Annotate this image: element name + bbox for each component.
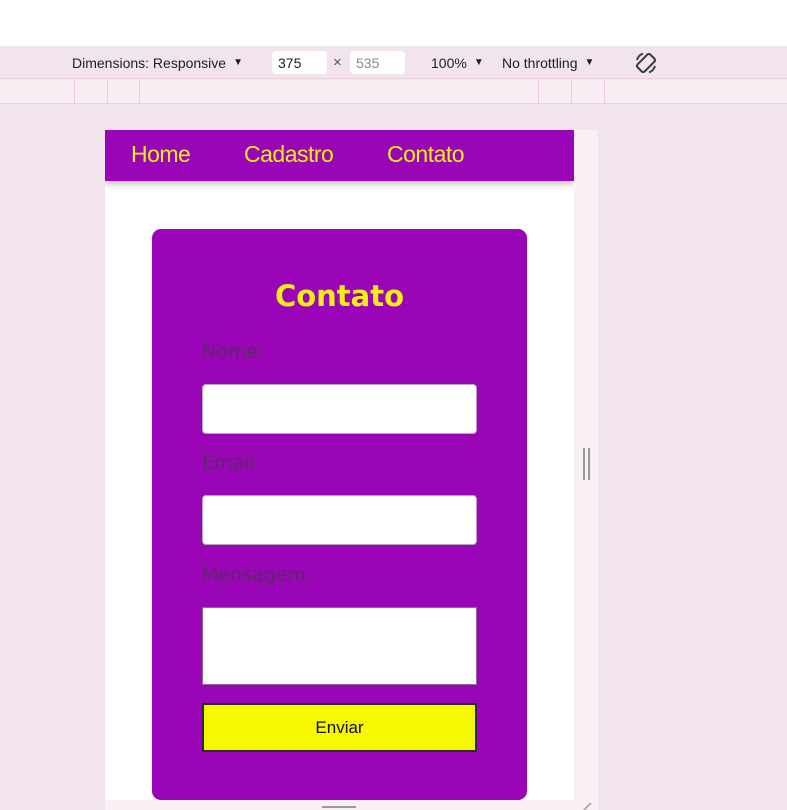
name-label: Nome:	[202, 341, 265, 363]
bottom-gutter	[105, 800, 598, 810]
throttling-dropdown[interactable]: No throttling ▼	[502, 46, 594, 79]
name-field[interactable]	[202, 384, 477, 434]
corner-resize-icon[interactable]	[582, 802, 594, 810]
email-label: Email:	[202, 452, 262, 474]
rotate-icon[interactable]	[634, 51, 658, 75]
nav-link-home[interactable]: Home	[131, 141, 191, 168]
ruler-marker	[74, 80, 75, 104]
zoom-dropdown[interactable]: 100% ▼	[431, 46, 484, 79]
times-sign: ×	[333, 54, 342, 71]
throttling-label: No throttling	[502, 54, 578, 71]
width-input[interactable]	[272, 51, 327, 74]
resize-handle[interactable]	[583, 448, 591, 480]
contact-form-card: Contato Nome: Email: Mensagem: Enviar	[152, 229, 527, 800]
dimensions-dropdown[interactable]: Dimensions: Responsive ▼	[72, 46, 243, 79]
message-label: Mensagem:	[202, 564, 313, 586]
nav-link-cadastro[interactable]: Cadastro	[244, 141, 334, 168]
ruler-marker	[139, 80, 140, 104]
height-input[interactable]	[350, 51, 405, 74]
ruler-marker	[538, 80, 539, 104]
bottom-resize-handle[interactable]	[322, 806, 356, 808]
page-viewport: Home Cadastro Contato Contato Nome: Emai…	[105, 130, 574, 810]
message-field[interactable]	[202, 607, 477, 685]
dimensions-label: Dimensions: Responsive	[72, 54, 227, 71]
form-title: Contato	[274, 279, 405, 313]
chevron-down-icon: ▼	[233, 57, 243, 68]
nav-link-contato[interactable]: Contato	[387, 141, 465, 168]
site-nav: Home Cadastro Contato	[105, 130, 574, 181]
device-toolbar: Dimensions: Responsive ▼ × 100% ▼ No thr…	[0, 46, 787, 79]
ruler-marker	[604, 80, 605, 104]
email-field[interactable]	[202, 495, 477, 545]
chevron-down-icon: ▼	[584, 57, 595, 68]
browser-top-area	[0, 0, 787, 46]
submit-button[interactable]: Enviar	[202, 703, 477, 752]
ruler-marker	[571, 80, 572, 104]
chevron-down-icon: ▼	[473, 57, 484, 68]
media-query-ruler	[0, 80, 787, 104]
ruler-marker	[107, 80, 108, 104]
zoom-label: 100%	[431, 54, 467, 71]
